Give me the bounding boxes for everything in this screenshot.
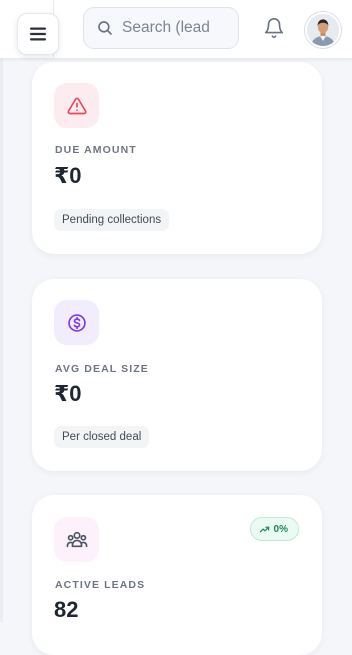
- avg-deal-size-note: Per closed deal: [54, 426, 150, 448]
- avatar[interactable]: [305, 12, 341, 48]
- search-box[interactable]: [83, 7, 239, 49]
- trend-up-icon: [259, 524, 270, 535]
- avg-deal-size-label: AVG DEAL SIZE: [55, 363, 149, 375]
- active-leads-label: ACTIVE LEADS: [55, 579, 146, 591]
- due-amount-card[interactable]: DUE AMOUNT ₹0 Pending collections: [32, 62, 322, 254]
- bell-icon[interactable]: [263, 17, 285, 39]
- avg-deal-size-card[interactable]: AVG DEAL SIZE ₹0 Per closed deal: [32, 279, 322, 471]
- trend-value: 0%: [273, 523, 288, 535]
- search-icon: [96, 19, 114, 37]
- people-group-icon: [54, 517, 99, 562]
- top-bar: [0, 0, 352, 59]
- trend-badge: 0%: [249, 517, 299, 541]
- hamburger-menu-icon: [30, 27, 46, 41]
- search-input[interactable]: [122, 19, 238, 37]
- due-amount-value: ₹0: [54, 163, 82, 188]
- active-leads-value: 82: [54, 597, 79, 622]
- warning-triangle-icon: [54, 83, 99, 128]
- active-leads-card[interactable]: 0% ACTIVE LEADS 82: [32, 495, 322, 655]
- avg-deal-size-value: ₹0: [54, 381, 82, 406]
- due-amount-note: Pending collections: [54, 209, 170, 231]
- dollar-circle-icon: [54, 300, 99, 345]
- menu-button[interactable]: [17, 13, 59, 55]
- page-edge: [0, 0, 3, 622]
- due-amount-label: DUE AMOUNT: [55, 144, 137, 156]
